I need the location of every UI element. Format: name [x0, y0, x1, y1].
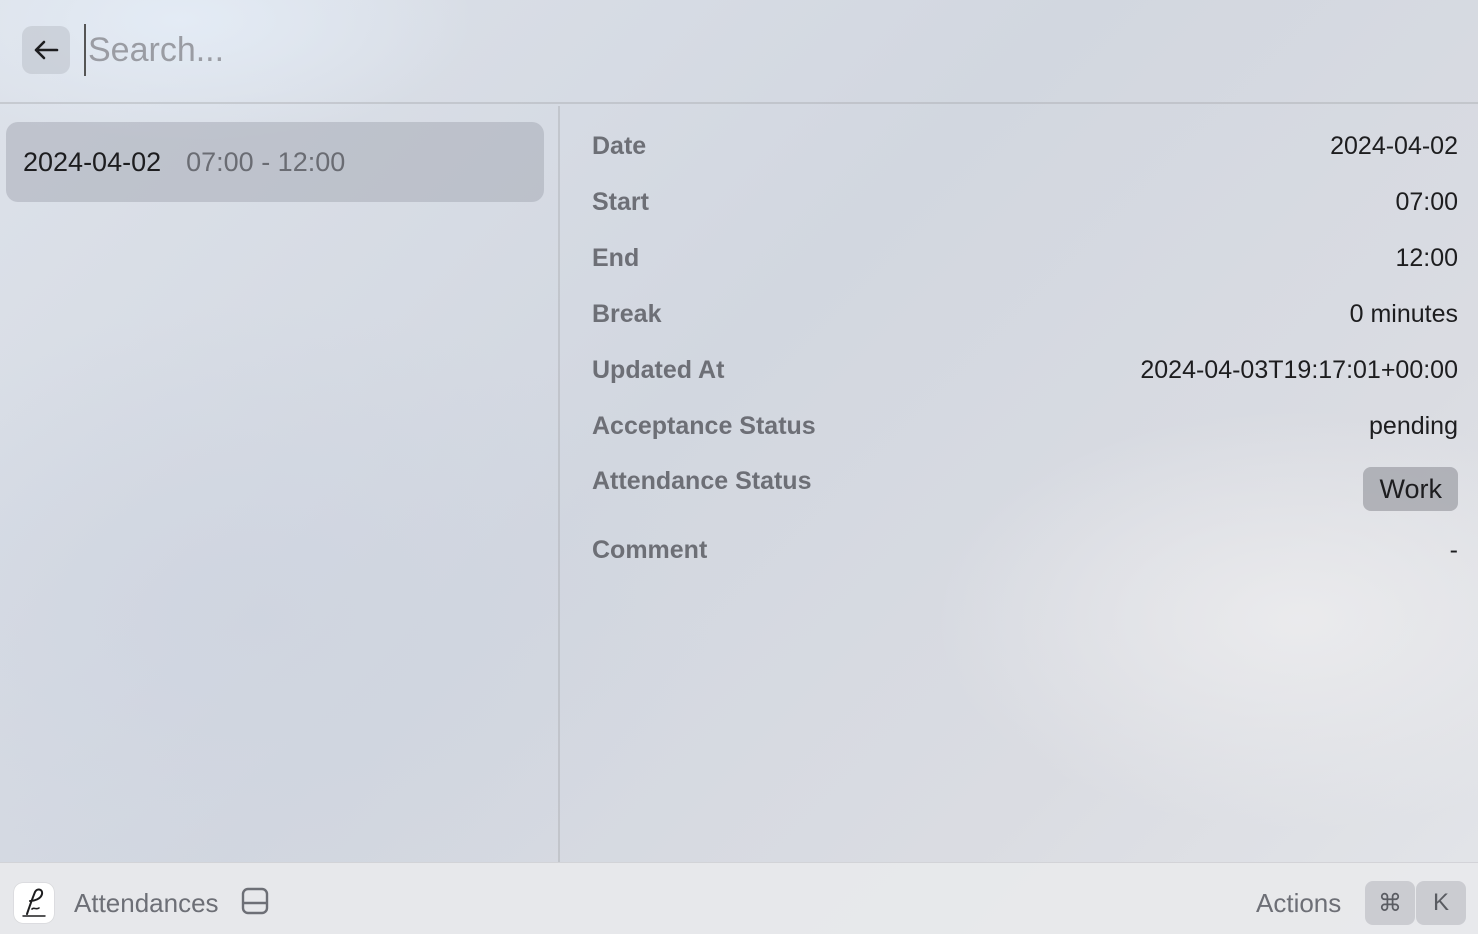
action-bar: Attendances Actions ⌘ K [0, 862, 1478, 934]
search-bar [0, 0, 1478, 104]
tray-icon [241, 887, 269, 915]
k-key-badge: K [1416, 881, 1466, 925]
detail-value: 07:00 [1395, 188, 1458, 216]
back-button[interactable] [22, 26, 70, 74]
detail-label: End [592, 244, 640, 272]
detail-row-break: Break 0 minutes [592, 300, 1458, 340]
detail-label: Break [592, 300, 662, 328]
detail-label: Attendance Status [592, 467, 812, 495]
detail-row-updated-at: Updated At 2024-04-03T19:17:01+00:00 [592, 356, 1458, 396]
detail-label: Acceptance Status [592, 412, 816, 440]
detail-value: 2024-04-02 [1330, 132, 1458, 160]
list-item[interactable]: 2024-04-02 07:00 - 12:00 [6, 122, 544, 202]
search-input[interactable] [84, 24, 1444, 76]
detail-row-end: End 12:00 [592, 244, 1458, 284]
arrow-left-icon [34, 40, 59, 60]
detail-row-attendance-status: Attendance Status Work [592, 467, 1458, 513]
detail-pane: Date 2024-04-02 Start 07:00 End 12:00 Br… [562, 106, 1478, 862]
attendance-list: 2024-04-02 07:00 - 12:00 [0, 106, 560, 862]
detail-value: 2024-04-03T19:17:01+00:00 [1140, 356, 1458, 384]
detail-row-date: Date 2024-04-02 [592, 132, 1458, 172]
detail-value: pending [1369, 412, 1458, 440]
detail-label: Updated At [592, 356, 725, 384]
detail-row-acceptance-status: Acceptance Status pending [592, 412, 1458, 452]
detail-row-comment: Comment - [592, 536, 1458, 576]
list-item-date: 2024-04-02 [23, 146, 162, 177]
detail-label: Date [592, 132, 647, 160]
status-tag: Work [1363, 467, 1458, 511]
detail-value: 0 minutes [1349, 300, 1458, 328]
detail-value: - [1449, 536, 1458, 564]
actions-button[interactable]: Actions [1256, 888, 1341, 919]
detail-label: Start [592, 188, 649, 216]
command-key-badge: ⌘ [1365, 881, 1415, 925]
detail-row-start: Start 07:00 [592, 188, 1458, 228]
signature-icon [14, 883, 54, 923]
command-title: Attendances [74, 888, 219, 918]
list-item-time-range: 07:00 - 12:00 [186, 146, 346, 177]
detail-label: Comment [592, 536, 708, 564]
detail-value: 12:00 [1395, 244, 1458, 272]
